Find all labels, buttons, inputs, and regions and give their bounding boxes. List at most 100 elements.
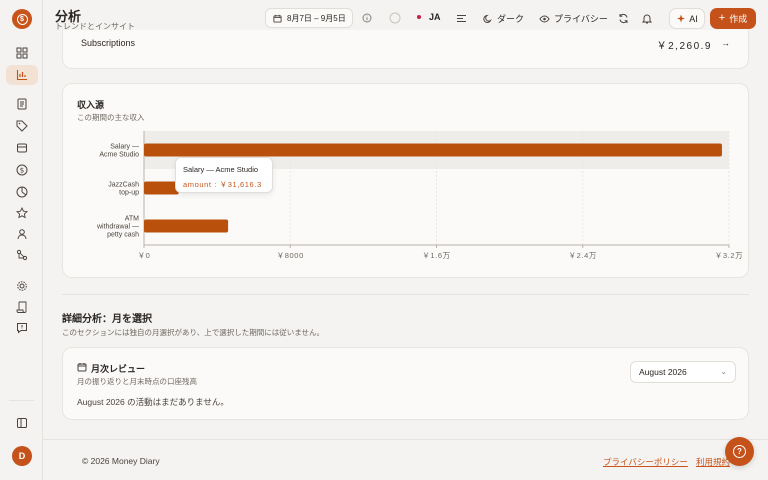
sprout-icon (16, 249, 28, 261)
ai-button[interactable]: AI (669, 8, 705, 29)
footer: © 2026 Money Diary プライバシーポリシー 利用規約 (43, 439, 768, 480)
status-indicator[interactable] (388, 11, 402, 25)
category-label: ATM (125, 216, 139, 223)
list-icon (456, 14, 466, 22)
month-select[interactable]: August 2026 ⌄ (630, 361, 736, 383)
theme-label: ダーク (497, 14, 525, 24)
ai-label: AI (689, 13, 698, 24)
pie-icon (16, 186, 28, 198)
star-icon (16, 207, 28, 219)
scroll-icon (16, 301, 27, 313)
sidebar-item-savings[interactable] (6, 245, 38, 265)
sidebar-item-settings[interactable] (6, 276, 38, 296)
chevron-down-icon: ⌄ (720, 367, 727, 376)
subscriptions-card[interactable]: Subscriptions ￥2,260.9 → (62, 30, 749, 69)
help-button[interactable]: ? (725, 437, 754, 466)
calendar-icon (77, 363, 87, 372)
category-label: petty cash (107, 232, 139, 239)
category-label: withdrawal — (96, 224, 139, 231)
plus-icon: + (718, 12, 726, 24)
create-label: 作成 (729, 14, 748, 24)
date-range-label: 8月7日 – 9月5日 (287, 13, 346, 23)
tag-icon (16, 120, 28, 132)
user-icon (17, 229, 27, 240)
calendar-icon (273, 14, 282, 23)
create-button[interactable]: + 作成 (710, 8, 756, 29)
sidebar-item-reports[interactable] (6, 297, 38, 317)
tooltip-value: amount : ￥31,616.3 (183, 180, 262, 189)
language-flag-icon (417, 15, 421, 19)
theme-toggle[interactable]: ダーク (483, 12, 524, 25)
analytics-icon (16, 70, 27, 81)
avatar[interactable]: D (12, 446, 32, 466)
detail-subtitle: このセクションには独自の月選択があり、上で選択した期間には従いません。 (62, 328, 324, 337)
section-divider (62, 294, 749, 295)
message-icon (17, 323, 27, 334)
sidebar-item-feedback[interactable] (6, 318, 38, 338)
sidebar: $ $ D (0, 0, 43, 480)
sidebar-item-budget[interactable] (6, 182, 38, 202)
arrow-right-icon[interactable]: → (721, 38, 730, 48)
subscriptions-value: ￥2,260.9 (656, 41, 712, 52)
sidebar-item-profile[interactable] (6, 224, 38, 244)
gear-icon (17, 281, 27, 291)
sidebar-toggle-icon (17, 418, 27, 428)
language-label: JA (429, 12, 441, 22)
bar (144, 143, 722, 157)
x-tick-label: ￥3.2万 (715, 251, 743, 260)
category-label: JazzCash (108, 182, 139, 189)
chart-tooltip: Salary — Acme Studio amount : ￥31,616.3 (175, 157, 273, 193)
x-tick-label: ￥8000 (277, 251, 304, 260)
archive-icon (17, 143, 27, 153)
category-label: Salary — (110, 144, 139, 151)
circle-icon (389, 12, 401, 24)
sidebar-item-money[interactable]: $ (6, 160, 38, 180)
app-logo[interactable]: $ (12, 9, 32, 29)
monthly-empty-text: August 2026 の活動はまだありません。 (77, 397, 229, 407)
terms-link[interactable]: 利用規約 (696, 456, 730, 468)
eye-icon (539, 14, 550, 23)
sidebar-item-documents[interactable] (6, 94, 38, 114)
sparkle-icon (677, 14, 686, 22)
category-label: top-up (119, 190, 139, 197)
income-sources-card: 収入源 この期間の主な収入 ￥0 ￥8000 ￥1.6万 ￥2.4万 ￥3.2万 Sala… (62, 83, 749, 278)
help-icon: ? (733, 445, 746, 458)
sidebar-item-analytics[interactable] (6, 65, 38, 85)
sidebar-item-favorites[interactable] (6, 203, 38, 223)
category-label: Acme Studio (99, 152, 139, 159)
bar (144, 219, 229, 233)
dashboard-icon (16, 47, 28, 59)
language-switcher[interactable]: JA (417, 12, 441, 22)
privacy-label: プライバシー (554, 14, 608, 24)
copyright: © 2026 Money Diary (82, 456, 160, 466)
income-chart: ￥0 ￥8000 ￥1.6万 ￥2.4万 ￥3.2万 Salary —Acme Studi… (96, 131, 743, 260)
document-icon (17, 98, 27, 110)
sidebar-divider (9, 400, 34, 401)
privacy-toggle[interactable]: プライバシー (539, 12, 608, 25)
moon-icon (483, 14, 492, 23)
sidebar-item-tags[interactable] (6, 116, 38, 136)
detail-title: 詳細分析：月を選択 (62, 314, 152, 325)
sidebar-item-dashboard[interactable] (6, 43, 38, 63)
subscriptions-label: Subscriptions (81, 38, 136, 48)
monthly-title: 月次レビュー (91, 364, 146, 374)
menu-button[interactable] (454, 11, 468, 25)
x-tick-label: ￥2.4万 (569, 251, 597, 260)
sidebar-item-archive[interactable] (6, 138, 38, 158)
month-select-value: August 2026 (639, 367, 687, 377)
x-tick-label: ￥1.6万 (422, 251, 450, 260)
date-info-button[interactable] (360, 11, 374, 25)
bar (144, 181, 179, 195)
refresh-icon (619, 13, 627, 23)
sidebar-collapse-button[interactable] (6, 413, 38, 433)
dollar-icon: $ (16, 164, 28, 176)
monthly-subtitle: 月の振り返りと月末時点の口座残高 (77, 377, 197, 386)
bell-icon (642, 14, 652, 23)
notifications-button[interactable] (640, 11, 654, 25)
date-range-picker[interactable]: 8月7日 – 9月5日 (265, 8, 353, 28)
refresh-button[interactable] (616, 11, 630, 25)
info-icon (362, 13, 372, 23)
svg-text:$: $ (20, 167, 24, 175)
privacy-policy-link[interactable]: プライバシーポリシー (603, 456, 688, 468)
tooltip-title: Salary — Acme Studio (183, 165, 259, 174)
